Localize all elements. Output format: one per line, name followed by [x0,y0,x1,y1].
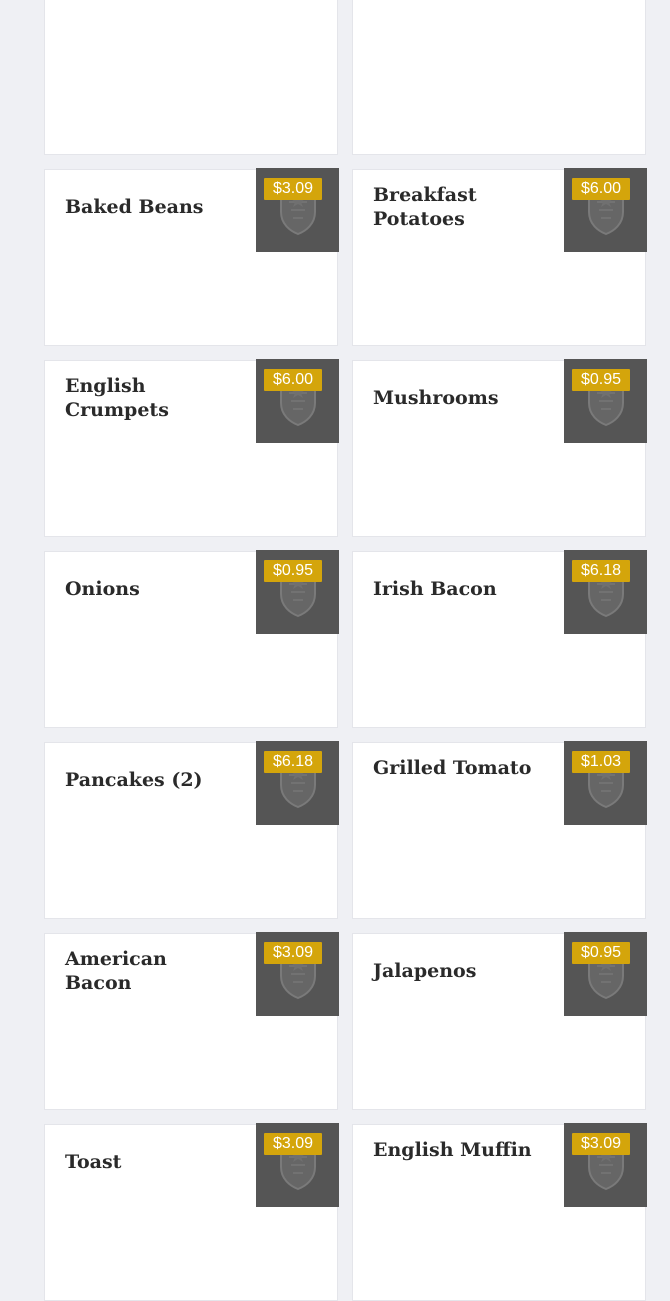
price-badge: $6.00 [264,369,323,391]
menu-item-card[interactable]: Grilled Tomato $1.03 [352,741,647,919]
price-badge: $3.09 [264,942,323,964]
menu-item-card[interactable]: Baked Beans $3.09 [44,168,339,346]
menu-item-card[interactable]: American Bacon $3.09 [44,932,339,1110]
menu-item-thumbnail: $1.03 [564,741,647,825]
menu-item-card[interactable]: Mushrooms $0.95 [352,359,647,537]
menu-item-card[interactable]: English Muffin $3.09 [352,1123,647,1301]
menu-item-name: Mushrooms [373,387,499,409]
price-badge: $3.09 [264,1133,323,1155]
menu-item-card[interactable]: Jalapenos $0.95 [352,932,647,1110]
menu-item-card[interactable]: Irish Bacon $6.18 [352,550,647,728]
menu-item-thumbnail: $3.09 [256,168,339,252]
menu-item-thumbnail: $0.95 [564,932,647,1016]
menu-item-name: Baked Beans [65,196,204,218]
menu-item-thumbnail: $0.95 [256,550,339,634]
menu-item-name: English Muffin [373,1139,532,1161]
menu-item-thumbnail: $6.00 [256,359,339,443]
price-badge: $1.03 [572,751,631,773]
menu-item-thumbnail: $3.09 [564,1123,647,1207]
menu-item-name: Irish Bacon [373,578,497,600]
menu-item-thumbnail: $6.18 [564,550,647,634]
menu-item-card[interactable]: Onions $0.95 [44,550,339,728]
menu-item-name: Jalapenos [373,960,477,982]
menu-item-name: American Bacon [65,948,167,994]
menu-item-thumbnail: $3.09 [256,932,339,1016]
price-badge: $6.18 [264,751,323,773]
price-badge: $6.18 [572,560,631,582]
menu-item-grid: Baked Beans $3.09 Breakfast Potatoes $6.… [44,0,648,1301]
menu-item-name: English Crumpets [65,375,169,421]
menu-item-thumbnail: $6.00 [564,168,647,252]
price-badge: $3.09 [264,178,323,200]
menu-item-thumbnail: $3.09 [256,1123,339,1207]
menu-item-name: Pancakes (2) [65,769,203,791]
menu-item-name: Onions [65,578,140,600]
menu-item-card[interactable] [352,0,646,155]
menu-item-card[interactable]: Breakfast Potatoes $6.00 [352,168,647,346]
menu-item-card[interactable]: Pancakes (2) $6.18 [44,741,339,919]
price-badge: $0.95 [572,942,631,964]
price-badge: $0.95 [572,369,631,391]
price-badge: $6.00 [572,178,631,200]
menu-item-name: Breakfast Potatoes [373,184,477,230]
menu-item-thumbnail: $6.18 [256,741,339,825]
menu-item-card[interactable] [44,0,338,155]
menu-item-thumbnail: $0.95 [564,359,647,443]
menu-item-name: Grilled Tomato [373,757,532,779]
menu-item-card[interactable]: Toast $3.09 [44,1123,339,1301]
price-badge: $0.95 [264,560,323,582]
price-badge: $3.09 [572,1133,631,1155]
menu-item-card[interactable]: English Crumpets $6.00 [44,359,339,537]
menu-item-name: Toast [65,1151,122,1173]
